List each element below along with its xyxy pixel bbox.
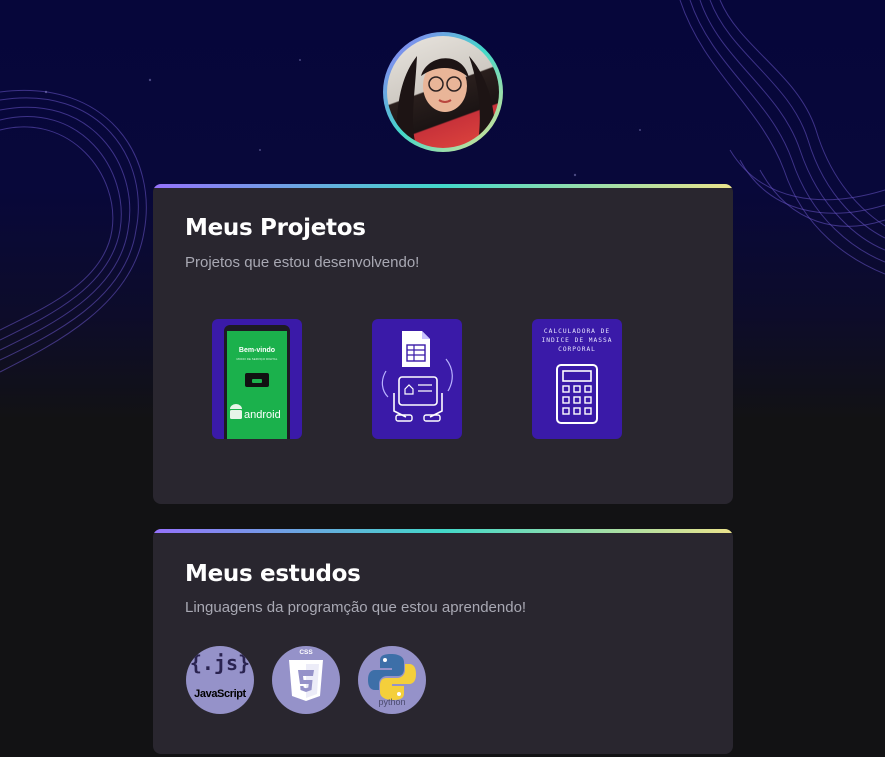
profile-glasses-icon [396,56,496,148]
tech-css[interactable]: CSS [272,646,340,714]
tech-python[interactable]: python [358,646,426,714]
projects-subtitle: Projetos que estou desenvolvendo! [185,254,420,271]
profile-photo [387,36,499,148]
project-android-app[interactable]: Bem-vindo MODO DE SERVIÇO DIGITAL androi… [212,319,302,439]
javascript-icon: {.js} [189,651,251,675]
tech-javascript[interactable]: {.js} JavaScript [186,646,254,714]
studies-card: Meus estudos Linguagens da programção qu… [153,529,733,754]
android-welcome-text: Bem-vindo [238,347,276,354]
project-spreadsheet[interactable] [372,319,462,439]
projects-card: Meus Projetos Projetos que estou desenvo… [153,184,733,504]
spreadsheet-tablet-icon [381,331,453,422]
javascript-label: JavaScript [194,688,246,700]
projects-title: Meus Projetos [185,215,366,241]
android-small-text: MODO DE SERVIÇO DIGITAL [236,357,278,361]
python-label: python [378,697,406,707]
project-bmi-calculator[interactable]: CALCULADORA DE INDICE DE MASSA CORPORAL [532,319,622,439]
css-label: CSS [299,649,313,656]
studies-title: Meus estudos [185,561,361,587]
android-robot-icon [230,373,269,419]
calculator-icon [556,364,598,424]
css3-icon [289,660,323,701]
android-os-text: android [244,409,281,421]
studies-subtitle: Linguagens da programção que estou apren… [185,599,527,616]
profile-avatar [383,32,503,152]
